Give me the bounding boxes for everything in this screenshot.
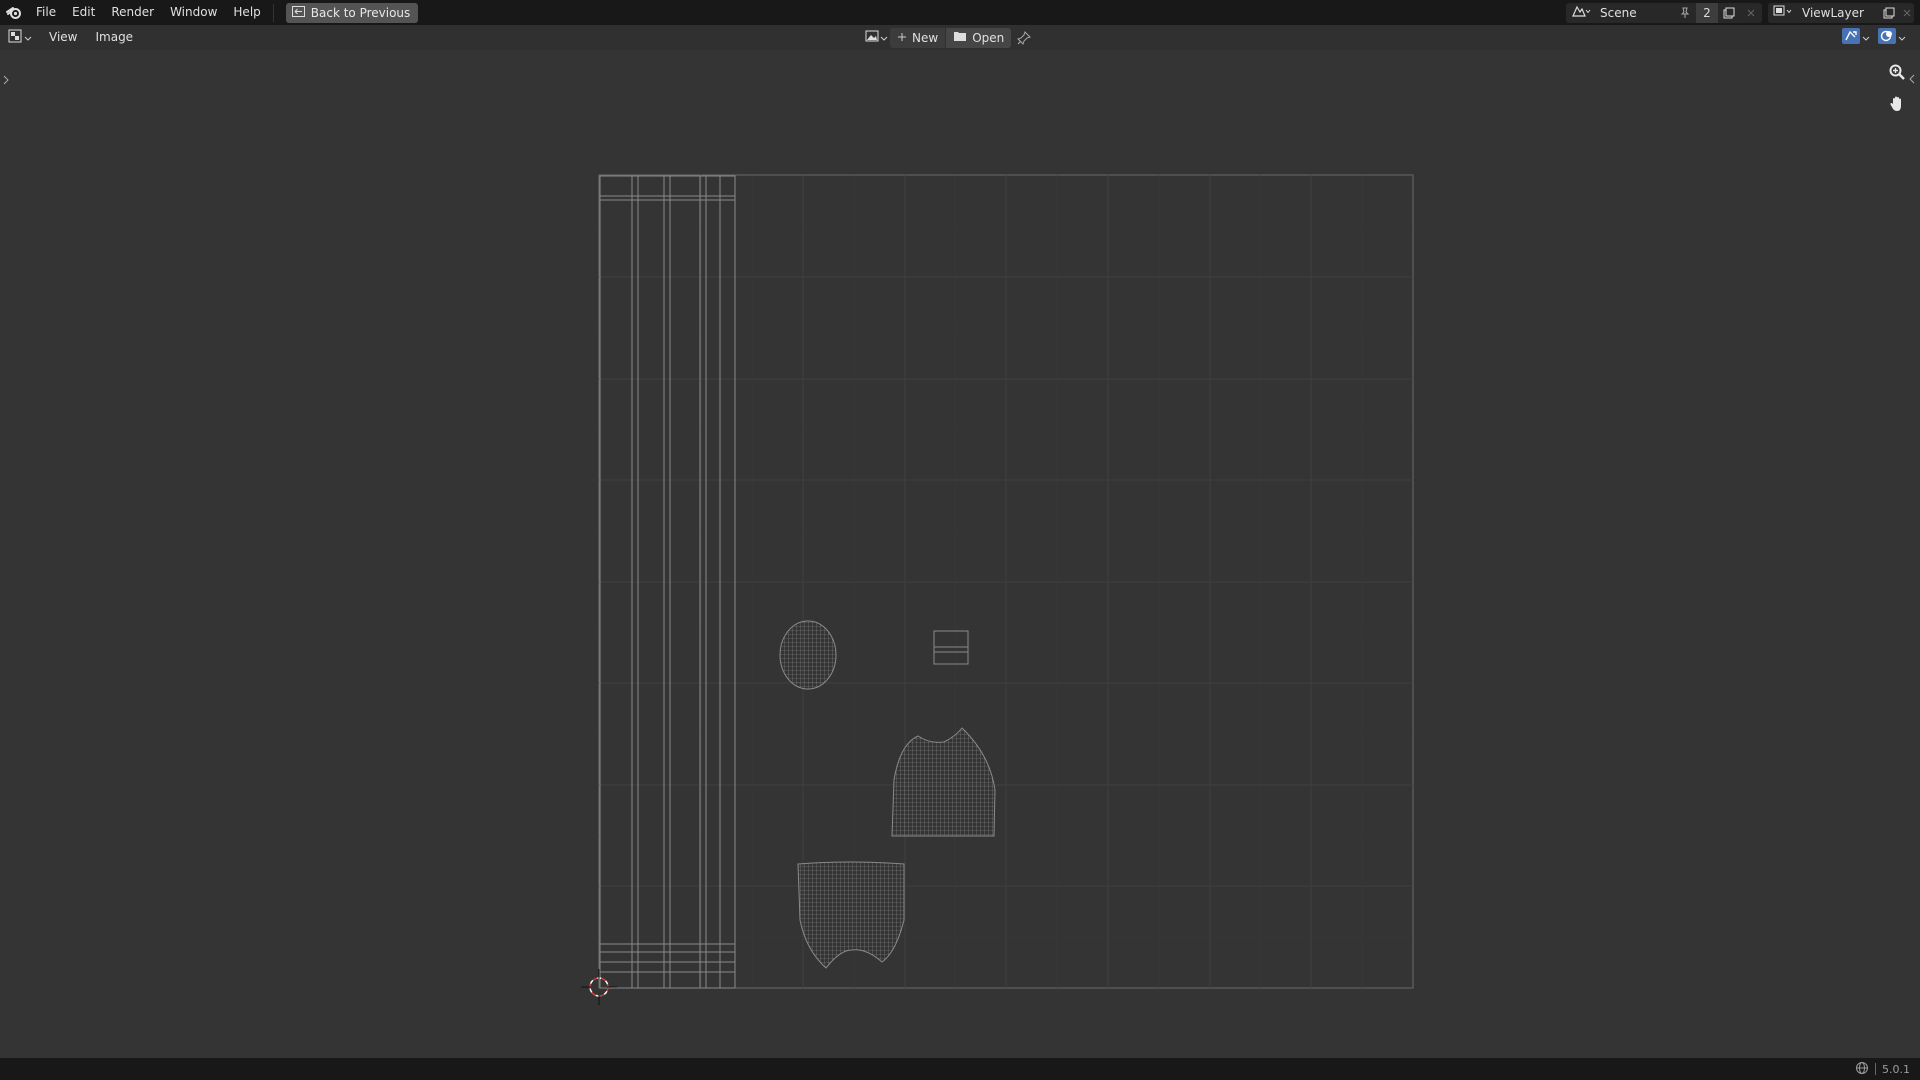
scene-users-count[interactable]: 2 [1696,2,1718,23]
view-layer-field: ViewLayer [1768,2,1914,23]
zoom-button[interactable] [1884,60,1910,86]
pan-button[interactable] [1884,92,1910,118]
blender-logo-icon[interactable] [0,0,28,25]
menu-divider [272,3,274,22]
new-view-layer-icon[interactable] [1878,3,1900,23]
header-menu-view[interactable]: View [40,25,86,50]
overlay-toggle[interactable] [1878,28,1906,47]
scene-browse-button[interactable] [1566,3,1596,23]
menu-help[interactable]: Help [225,0,268,25]
blender-version: 5.0.1 [1882,1062,1910,1076]
menu-render[interactable]: Render [103,0,162,25]
back-to-previous-label: Back to Previous [310,5,411,20]
remove-scene-icon[interactable] [1740,3,1762,23]
back-to-previous-button[interactable]: Back to Previous [285,2,419,23]
scene-name[interactable]: Scene [1596,3,1674,23]
uv-island-square[interactable] [933,630,969,665]
open-image-button[interactable]: Open [946,27,1012,48]
pin-scene-icon[interactable] [1674,3,1696,23]
editor-type-button[interactable] [0,25,40,50]
uv-island-lower[interactable] [797,861,905,969]
header-menu-image[interactable]: Image [86,25,142,50]
uv-sync-toggle[interactable] [1842,28,1870,47]
scene-selector-area: Scene 2 ViewLayer [1566,0,1920,25]
chevron-down-icon [24,31,32,45]
menu-file[interactable]: File [28,0,64,25]
zoom-icon [1889,64,1905,83]
chevron-down-icon [1862,31,1870,45]
hand-pan-icon [1889,95,1905,115]
scene-field: Scene 2 [1566,2,1762,23]
uv-editor-viewport[interactable] [0,50,1920,1058]
image-browse-icon [865,29,879,46]
folder-icon [953,30,967,45]
uv-canvas[interactable] [0,50,1920,1058]
scene-icon [1571,4,1591,21]
status-divider [1875,1063,1876,1075]
image-browse-button[interactable] [862,28,890,48]
chevron-down-icon [1898,31,1906,45]
status-bar: 5.0.1 [0,1058,1920,1080]
new-image-button[interactable]: New [890,27,946,48]
main-menu: File Edit Render Window Help Back to Pre… [0,0,419,25]
uv-editor-header: View Image New Open [0,25,1920,50]
uv-sync-icon [1842,28,1860,47]
navigation-gizmo [1884,60,1910,118]
new-scene-icon[interactable] [1718,3,1740,23]
chevron-right-icon [3,74,9,88]
menu-window[interactable]: Window [162,0,225,25]
remove-view-layer-icon[interactable] [1900,3,1914,23]
globe-icon [1855,1061,1869,1078]
header-right-tools [1842,27,1906,48]
sidebar-expand-arrow[interactable] [1909,73,1919,89]
uv-island-torso[interactable] [891,727,996,837]
uv-island-head[interactable] [779,620,837,690]
view-layer-icon [1773,4,1793,21]
toolbar-expand-arrow[interactable] [1,73,11,89]
image-datablock-tools: New Open [862,27,1037,48]
chevron-left-icon [1909,73,1915,87]
new-image-label: New [912,30,939,45]
back-icon [291,5,305,20]
open-image-label: Open [972,30,1005,45]
menu-edit[interactable]: Edit [64,0,103,25]
uv-grid [598,174,1414,989]
view-layer-browse-button[interactable] [1768,3,1798,23]
chevron-down-icon [880,31,888,45]
pin-image-icon[interactable] [1011,28,1037,48]
view-layer-name[interactable]: ViewLayer [1798,3,1878,23]
top-bar: File Edit Render Window Help Back to Pre… [0,0,1920,25]
plus-icon [897,31,907,45]
overlay-icon [1878,28,1896,47]
image-editor-icon [8,29,22,46]
